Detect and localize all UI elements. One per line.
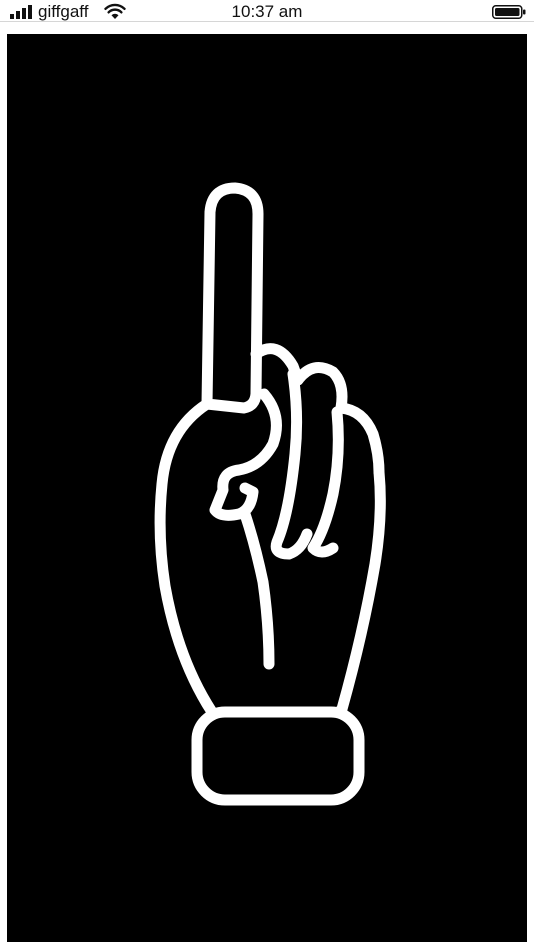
status-bar: giffgaff 10:37 am	[0, 0, 534, 22]
pointing-hand-icon	[154, 182, 386, 806]
curled-finger-3	[335, 402, 385, 478]
finger-crease-2	[307, 406, 344, 558]
finger-creases	[270, 368, 313, 560]
cuff	[191, 706, 365, 806]
palm-right	[333, 466, 386, 718]
battery-icon	[492, 5, 526, 19]
thumb-base	[239, 508, 275, 670]
index-finger	[201, 182, 264, 414]
image-viewer	[7, 34, 527, 942]
curled-finger-2	[292, 362, 348, 414]
clock: 10:37 am	[231, 2, 303, 21]
palm-outline	[154, 398, 218, 718]
